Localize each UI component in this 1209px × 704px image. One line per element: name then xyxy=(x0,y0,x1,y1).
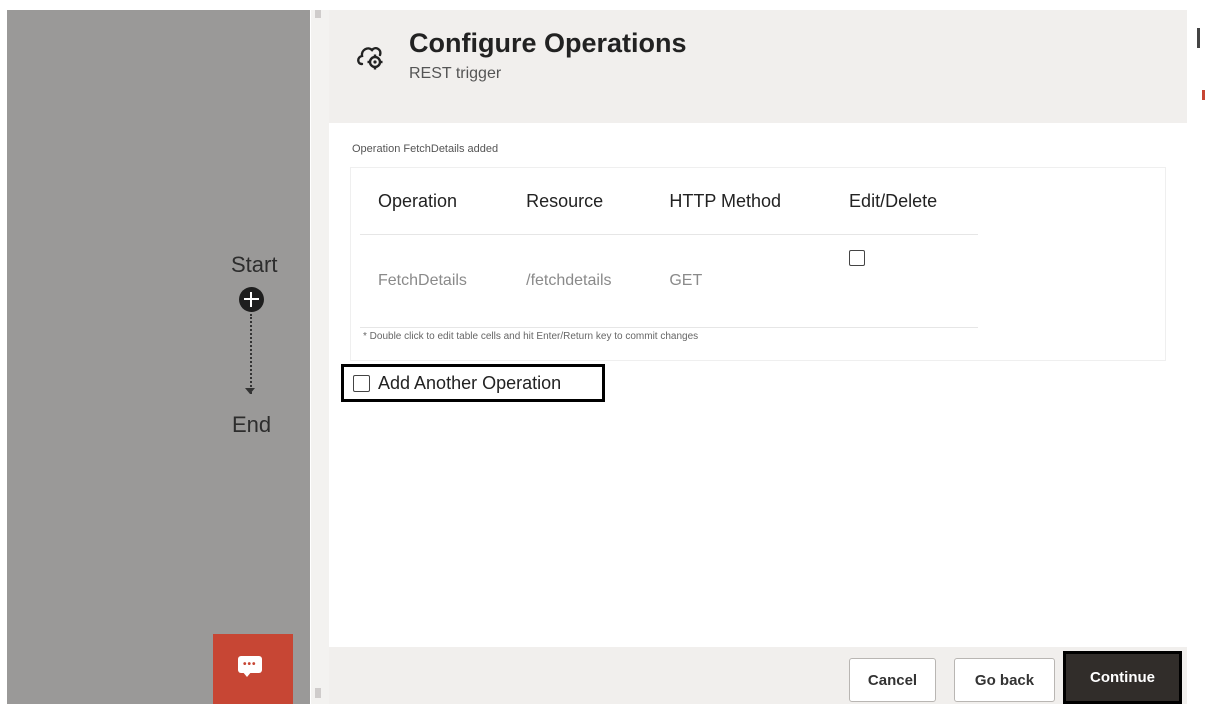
table-hint: * Double click to edit table cells and h… xyxy=(363,331,699,342)
cell-http-method[interactable]: GET xyxy=(651,234,832,328)
flow-connector xyxy=(250,314,252,394)
scroll-up-grip[interactable] xyxy=(315,10,321,18)
plus-circle-icon[interactable] xyxy=(239,287,264,312)
operations-table: Operation Resource HTTP Method Edit/Dele… xyxy=(360,168,978,328)
scroll-down-grip[interactable] xyxy=(315,688,321,698)
arrow-down-icon xyxy=(245,388,255,394)
configure-operations-drawer: Configure Operations REST trigger Operat… xyxy=(329,10,1187,704)
add-another-operation-option[interactable]: Add Another Operation xyxy=(341,364,605,402)
page-title: Configure Operations xyxy=(409,28,687,58)
cell-resource[interactable]: /fetchdetails xyxy=(508,234,652,328)
column-header-operation[interactable]: Operation xyxy=(360,168,509,235)
operations-table-container: Operation Resource HTTP Method Edit/Dele… xyxy=(350,167,1166,361)
drawer-header: Configure Operations REST trigger xyxy=(329,10,1187,123)
chat-bubble-icon: ••• xyxy=(238,656,262,677)
end-label: End xyxy=(232,412,272,437)
integration-canvas: Start End xyxy=(7,10,310,704)
page-subtitle: REST trigger xyxy=(409,65,502,82)
cloud-gear-icon xyxy=(357,47,383,70)
cell-edit-delete xyxy=(831,234,978,328)
table-row[interactable]: FetchDetails /fetchdetails GET xyxy=(360,234,978,328)
cancel-button[interactable]: Cancel xyxy=(849,658,936,702)
edge-marker xyxy=(1197,28,1200,48)
edge-accent-marker xyxy=(1202,90,1205,100)
drawer-footer: Cancel Go back Continue xyxy=(329,647,1187,704)
start-label: Start xyxy=(231,252,278,277)
column-header-http-method[interactable]: HTTP Method xyxy=(651,168,832,235)
go-back-button[interactable]: Go back xyxy=(954,658,1055,702)
column-header-edit-delete[interactable]: Edit/Delete xyxy=(831,168,978,235)
panel-splitter[interactable] xyxy=(311,10,329,704)
add-another-operation-label: Add Another Operation xyxy=(378,372,562,393)
add-another-operation-checkbox[interactable] xyxy=(353,374,370,392)
status-message: Operation FetchDetails added xyxy=(352,143,499,155)
continue-button[interactable]: Continue xyxy=(1063,651,1182,704)
column-header-resource[interactable]: Resource xyxy=(508,168,652,235)
right-edge-panel xyxy=(1187,10,1209,704)
edit-delete-checkbox[interactable] xyxy=(849,249,866,266)
cell-operation[interactable]: FetchDetails xyxy=(360,234,509,328)
table-header-row: Operation Resource HTTP Method Edit/Dele… xyxy=(360,168,978,235)
chat-button[interactable]: ••• xyxy=(213,634,293,704)
